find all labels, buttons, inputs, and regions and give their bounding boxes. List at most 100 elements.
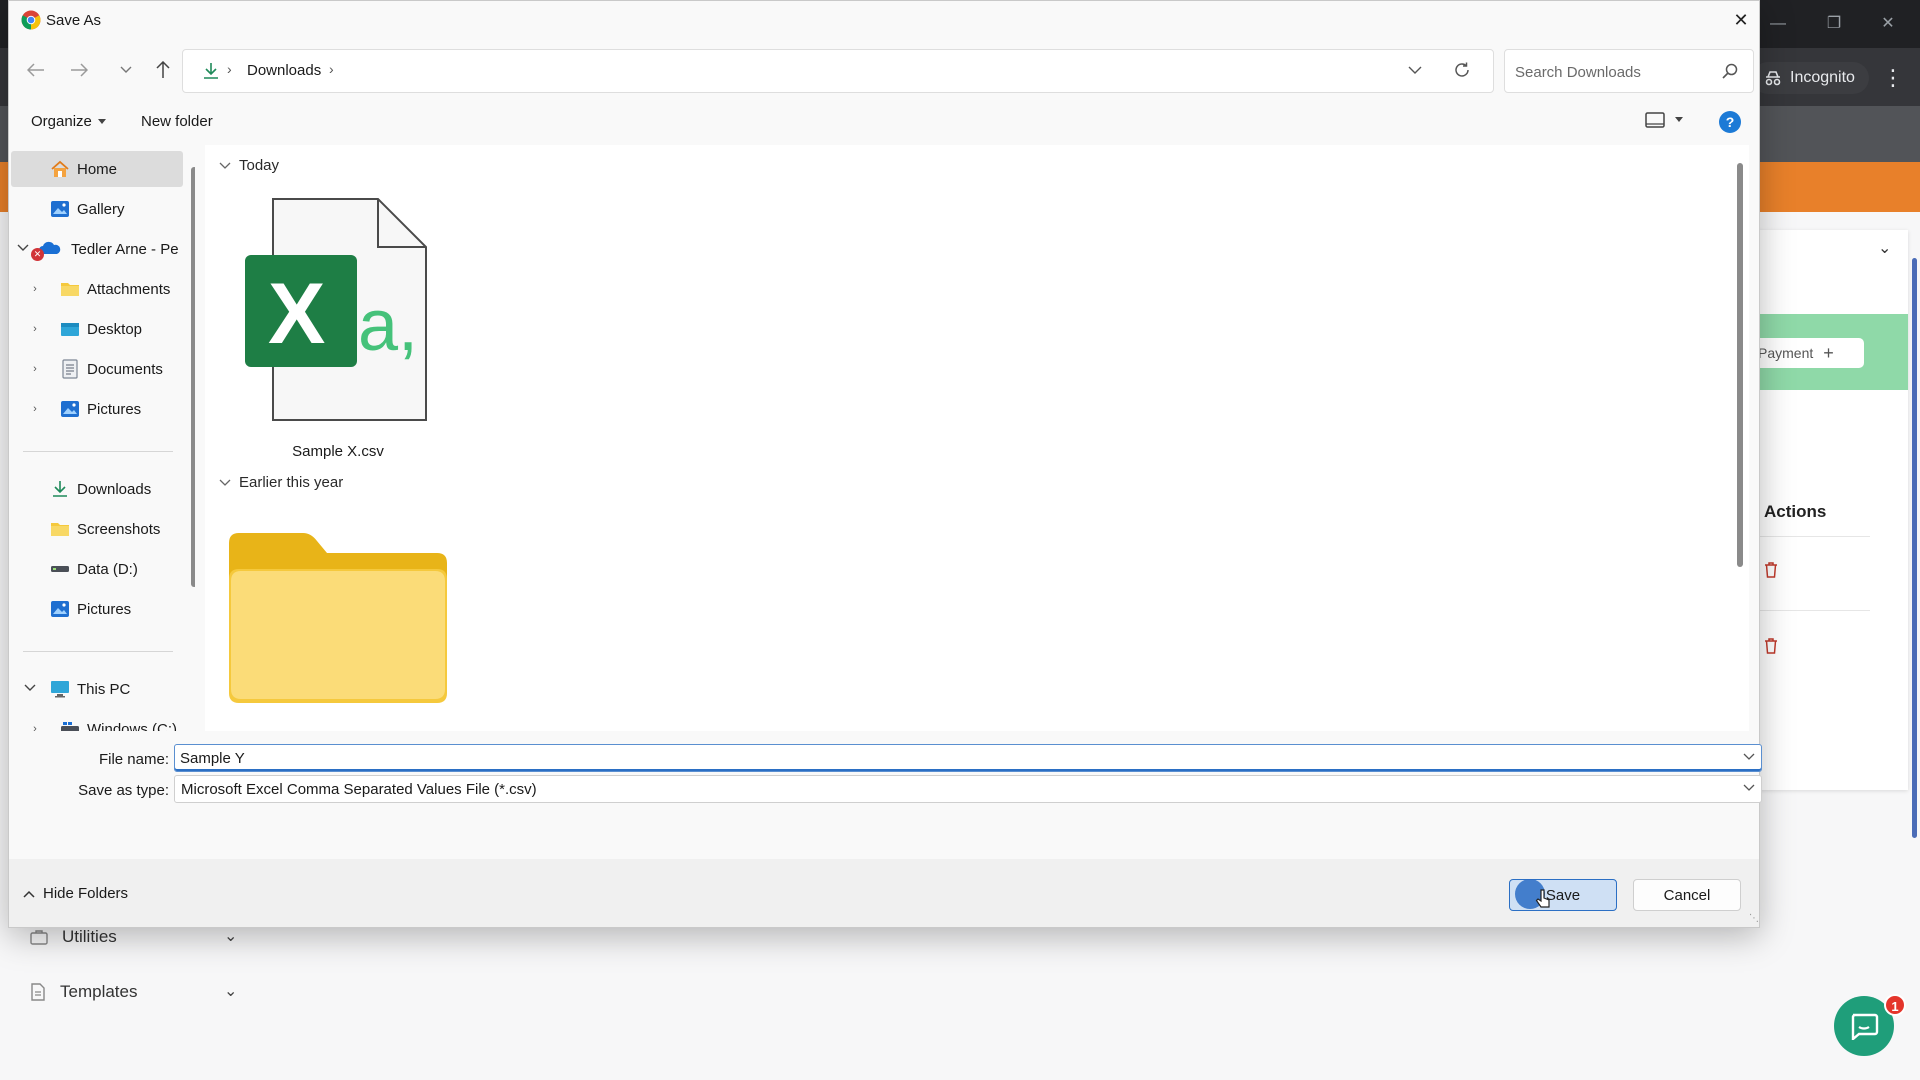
collapsed-chevron-icon[interactable]: ›	[11, 363, 59, 375]
documents-icon	[59, 359, 81, 379]
file-name-label: File name:	[98, 751, 169, 768]
drive-icon	[49, 559, 71, 579]
chevron-down-icon[interactable]	[1743, 782, 1755, 794]
nav-item-label: Utilities	[62, 927, 117, 946]
desktop-icon	[59, 319, 81, 339]
chevron-down-icon	[120, 66, 132, 73]
chevron-down-icon	[219, 479, 231, 486]
nav-item-label: Tedler Arne - Pe	[71, 240, 179, 258]
resize-grip-icon[interactable]: ⋱	[1749, 913, 1759, 924]
save-as-type-label: Save as type:	[78, 782, 169, 799]
back-button[interactable]	[23, 57, 49, 83]
svg-text:X: X	[268, 266, 325, 362]
collapsed-chevron-icon[interactable]: ›	[11, 323, 59, 335]
search-input[interactable]	[1515, 61, 1715, 83]
nav-item-onedrive[interactable]: ✕ Tedler Arne - Pe	[11, 231, 183, 267]
file-name-field[interactable]	[174, 744, 1762, 772]
incognito-badge[interactable]: Incognito	[1752, 62, 1869, 94]
page-scrollbar[interactable]	[1912, 258, 1917, 838]
folder-item[interactable]	[223, 529, 453, 729]
chevron-down-icon[interactable]: ⌄	[224, 926, 237, 946]
recent-locations-button[interactable]	[113, 57, 139, 83]
chat-badge: 1	[1884, 994, 1906, 1016]
trash-icon[interactable]	[1764, 562, 1778, 583]
nav-item-label: Downloads	[77, 480, 152, 498]
divider	[1760, 536, 1870, 537]
windows-drive-icon	[59, 719, 81, 731]
sync-error-icon: ✕	[31, 248, 44, 261]
nav-item-templates[interactable]: Templates	[30, 979, 137, 1005]
nav-item-windows-drive[interactable]: › Windows (C:)	[11, 711, 183, 731]
chevron-down-icon[interactable]: ⌄	[1878, 238, 1891, 258]
incognito-label: Incognito	[1790, 69, 1855, 86]
breadcrumb-downloads[interactable]: Downloads	[247, 62, 321, 79]
browser-menu-icon[interactable]: ⋮	[1882, 64, 1904, 92]
nav-item-label: Windows (C:)	[87, 720, 178, 732]
dialog-close-button[interactable]: ✕	[1727, 7, 1755, 33]
command-bar: Organize New folder ?	[9, 105, 1759, 141]
file-list-scrollbar[interactable]	[1737, 163, 1743, 567]
new-folder-button[interactable]: New folder	[141, 113, 213, 130]
caret-down-icon	[97, 118, 106, 124]
dialog-title: Save As	[46, 12, 102, 29]
onedrive-icon: ✕	[31, 239, 65, 261]
navigation-scrollbar[interactable]	[191, 167, 195, 587]
chevron-down-icon[interactable]	[1407, 62, 1423, 78]
arrow-left-icon	[27, 63, 44, 77]
file-name-input[interactable]	[180, 748, 1720, 768]
hide-folders-label: Hide Folders	[43, 885, 129, 902]
nav-item-label: Pictures	[77, 600, 132, 618]
organize-menu-button[interactable]: Organize	[31, 113, 106, 130]
search-icon[interactable]	[1721, 62, 1739, 80]
minimize-icon[interactable]: —	[1758, 10, 1798, 38]
cancel-button[interactable]: Cancel	[1633, 879, 1741, 911]
trash-icon[interactable]	[1764, 638, 1778, 659]
file-name: Sample X.csv	[292, 443, 384, 460]
collapsed-chevron-icon[interactable]: ›	[11, 723, 59, 731]
download-icon	[204, 63, 218, 79]
nav-item-attachments[interactable]: › Attachments	[11, 271, 183, 307]
nav-item-pictures-quick[interactable]: Pictures	[11, 591, 183, 627]
nav-item-this-pc[interactable]: This PC	[11, 671, 183, 707]
chevron-down-icon	[219, 162, 231, 169]
breadcrumb-separator[interactable]: ›	[329, 61, 334, 77]
nav-item-home[interactable]: Home	[11, 151, 183, 187]
expanded-chevron-icon[interactable]	[11, 683, 49, 695]
forward-button[interactable]	[66, 57, 92, 83]
nav-item-pictures[interactable]: › Pictures	[11, 391, 183, 427]
collapsed-chevron-icon[interactable]: ›	[11, 403, 59, 415]
nav-item-label: Screenshots	[77, 520, 161, 538]
nav-item-data-drive[interactable]: Data (D:)	[11, 551, 183, 587]
nav-item-gallery[interactable]: Gallery	[11, 191, 183, 227]
chrome-icon	[21, 10, 41, 30]
address-bar[interactable]: › Downloads ›	[182, 49, 1494, 93]
nav-item-desktop[interactable]: › Desktop	[11, 311, 183, 347]
window-close-icon[interactable]: ✕	[1868, 10, 1908, 38]
hide-folders-button[interactable]: Hide Folders	[23, 885, 128, 902]
nav-item-screenshots[interactable]: Screenshots	[11, 511, 183, 547]
chevron-down-icon[interactable]: ⌄	[224, 981, 237, 1001]
svg-text:a,: a,	[358, 286, 418, 366]
nav-divider	[23, 651, 173, 652]
add-payment-button[interactable]: Payment +	[1748, 338, 1864, 368]
up-button[interactable]	[150, 57, 176, 83]
group-header-label: Today	[239, 157, 280, 174]
nav-item-label: Pictures	[87, 400, 142, 418]
chevron-up-icon	[23, 890, 35, 898]
group-header-earlier-this-year[interactable]: Earlier this year	[219, 474, 343, 491]
nav-item-downloads[interactable]: Downloads	[11, 471, 183, 507]
chevron-down-icon[interactable]	[1743, 751, 1755, 763]
search-box[interactable]	[1504, 49, 1754, 93]
help-icon[interactable]: ?	[1719, 111, 1741, 133]
file-item[interactable]: a, X Sample X.csv	[223, 195, 453, 465]
add-payment-label: Payment	[1758, 345, 1814, 361]
change-view-button[interactable]	[1645, 111, 1683, 129]
save-as-type-select[interactable]: Microsoft Excel Comma Separated Values F…	[174, 775, 1762, 803]
group-header-today[interactable]: Today	[219, 157, 279, 174]
folder-icon	[229, 533, 447, 703]
nav-item-documents[interactable]: › Documents	[11, 351, 183, 387]
restore-icon[interactable]: ❐	[1814, 10, 1854, 38]
refresh-icon[interactable]	[1453, 61, 1471, 79]
nav-item-label: Data (D:)	[77, 560, 138, 578]
collapsed-chevron-icon[interactable]: ›	[11, 283, 59, 295]
